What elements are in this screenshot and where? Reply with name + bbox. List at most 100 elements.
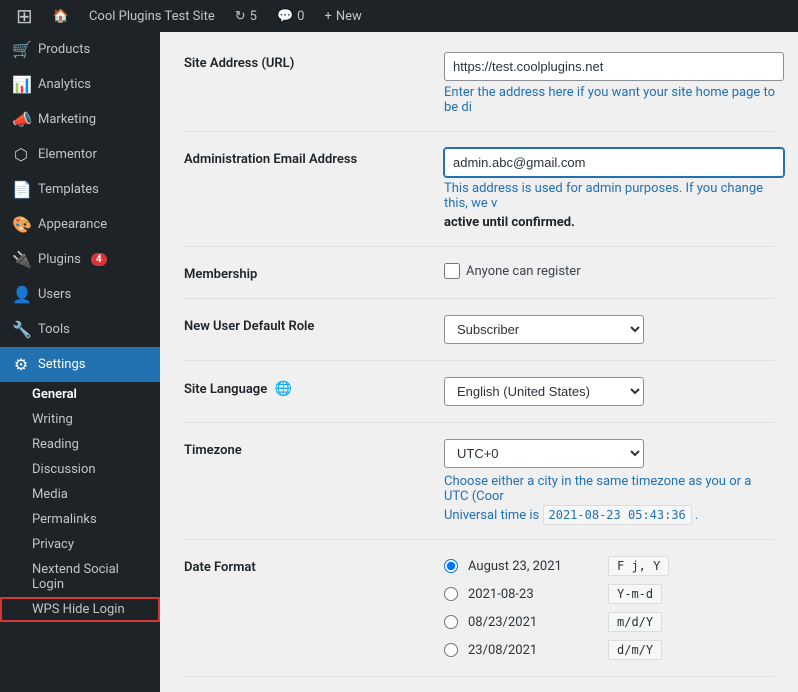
- new-user-role-control: Subscriber Contributor Author Editor Adm…: [444, 315, 774, 344]
- products-icon: 🛒: [12, 40, 30, 59]
- sidebar-item-users[interactable]: 👤 Users: [0, 277, 160, 312]
- sidebar-item-plugins-label: Plugins: [38, 252, 81, 267]
- sidebar-item-products-label: Products: [38, 42, 90, 57]
- site-language-label: Site Language 🌐: [184, 377, 424, 397]
- sidebar-item-marketing-label: Marketing: [38, 112, 96, 127]
- main-layout: 🛒 Products 📊 Analytics 📣 Marketing ⬡ Ele…: [0, 32, 798, 692]
- membership-checkbox-label: Anyone can register: [466, 264, 581, 279]
- date-format-option-2: 08/23/2021 m/d/Y: [444, 612, 774, 632]
- sidebar-item-tools-label: Tools: [38, 322, 70, 337]
- settings-form: Site Address (URL) Enter the address her…: [184, 52, 774, 677]
- sidebar-item-plugins[interactable]: 🔌 Plugins 4: [0, 242, 160, 277]
- tools-icon: 🔧: [12, 320, 30, 339]
- wp-logo-button[interactable]: ⊞: [8, 0, 41, 32]
- date-format-label-3: 23/08/2021: [468, 643, 598, 658]
- universal-time-period: .: [695, 508, 698, 523]
- new-user-role-row: New User Default Role Subscriber Contrib…: [184, 299, 774, 361]
- sidebar-item-analytics-label: Analytics: [38, 77, 91, 92]
- comments-button[interactable]: 💬 0: [269, 0, 313, 32]
- sidebar-item-elementor[interactable]: ⬡ Elementor: [0, 137, 160, 172]
- new-user-role-select[interactable]: Subscriber Contributor Author Editor Adm…: [444, 315, 644, 344]
- date-format-radio-1[interactable]: [444, 587, 458, 601]
- date-format-option-0: August 23, 2021 F j, Y: [444, 556, 774, 576]
- admin-email-desc2: active until confirmed.: [444, 215, 784, 230]
- sidebar-item-settings[interactable]: ⚙ Settings: [0, 347, 160, 382]
- site-address-input[interactable]: [444, 52, 784, 81]
- plugins-badge: 4: [91, 253, 107, 266]
- sidebar-item-templates-label: Templates: [38, 182, 99, 197]
- settings-content: Site Address (URL) Enter the address her…: [160, 32, 798, 692]
- membership-checkbox-row: Anyone can register: [444, 263, 774, 279]
- translate-icon: 🌐: [274, 381, 291, 397]
- submenu-item-writing[interactable]: Writing: [0, 407, 160, 432]
- date-format-radio-3[interactable]: [444, 643, 458, 657]
- sidebar-item-templates[interactable]: 📄 Templates: [0, 172, 160, 207]
- new-label: New: [336, 9, 362, 24]
- sidebar-item-tools[interactable]: 🔧 Tools: [0, 312, 160, 347]
- submenu-item-wps[interactable]: WPS Hide Login: [0, 597, 160, 622]
- date-format-label: Date Format: [184, 556, 424, 575]
- updates-button[interactable]: ↻ 5: [227, 0, 265, 32]
- date-format-code-3: d/m/Y: [608, 640, 662, 660]
- admin-email-input[interactable]: [444, 148, 784, 177]
- new-user-role-label: New User Default Role: [184, 315, 424, 334]
- date-format-label-1: 2021-08-23: [468, 587, 598, 602]
- timezone-select[interactable]: UTC+0 UTC-5 UTC+1: [444, 439, 644, 468]
- admin-bar: ⊞ 🏠 Cool Plugins Test Site ↻ 5 💬 0 + New: [0, 0, 798, 32]
- universal-time-label: Universal time is: [444, 508, 539, 523]
- site-language-select[interactable]: English (United States): [444, 377, 644, 406]
- submenu-item-reading[interactable]: Reading: [0, 432, 160, 457]
- date-format-radio-2[interactable]: [444, 615, 458, 629]
- date-format-control: August 23, 2021 F j, Y 2021-08-23 Y-m-d …: [444, 556, 774, 660]
- sidebar-item-users-label: Users: [38, 287, 71, 302]
- sidebar-item-marketing[interactable]: 📣 Marketing: [0, 102, 160, 137]
- submenu-item-nextend[interactable]: Nextend Social Login: [0, 557, 160, 597]
- date-format-radio-group: August 23, 2021 F j, Y 2021-08-23 Y-m-d …: [444, 556, 774, 660]
- appearance-icon: 🎨: [12, 215, 30, 234]
- submenu-item-permalinks[interactable]: Permalinks: [0, 507, 160, 532]
- timezone-control: UTC+0 UTC-5 UTC+1 Choose either a city i…: [444, 439, 774, 523]
- settings-icon: ⚙: [12, 355, 30, 374]
- comments-count: 0: [297, 9, 304, 24]
- submenu-item-general[interactable]: General: [0, 382, 160, 407]
- home-icon: 🏠: [53, 9, 69, 24]
- updates-count: 5: [250, 9, 257, 24]
- membership-label: Membership: [184, 263, 424, 282]
- site-language-row: Site Language 🌐 English (United States): [184, 361, 774, 423]
- timezone-label: Timezone: [184, 439, 424, 458]
- home-icon-item[interactable]: 🏠: [45, 0, 77, 32]
- universal-time-value: 2021-08-23 05:43:36: [543, 505, 692, 525]
- date-format-radio-0[interactable]: [444, 559, 458, 573]
- comments-icon: 💬: [277, 9, 293, 24]
- elementor-icon: ⬡: [12, 145, 30, 164]
- new-content-button[interactable]: + New: [316, 0, 369, 32]
- sidebar-item-products[interactable]: 🛒 Products: [0, 32, 160, 67]
- date-format-label-0: August 23, 2021: [468, 559, 598, 574]
- site-name-button[interactable]: Cool Plugins Test Site: [81, 0, 223, 32]
- membership-checkbox[interactable]: [444, 263, 460, 279]
- marketing-icon: 📣: [12, 110, 30, 129]
- submenu-item-media[interactable]: Media: [0, 482, 160, 507]
- sidebar-item-appearance[interactable]: 🎨 Appearance: [0, 207, 160, 242]
- membership-row: Membership Anyone can register: [184, 247, 774, 299]
- site-address-label: Site Address (URL): [184, 52, 424, 71]
- admin-email-label: Administration Email Address: [184, 148, 424, 167]
- settings-arrow-indicator: [150, 355, 160, 375]
- site-address-link[interactable]: want your site home page to be di: [444, 85, 775, 115]
- admin-sidebar: 🛒 Products 📊 Analytics 📣 Marketing ⬡ Ele…: [0, 32, 160, 692]
- sidebar-item-elementor-label: Elementor: [38, 147, 97, 162]
- templates-icon: 📄: [12, 180, 30, 199]
- date-format-row: Date Format August 23, 2021 F j, Y 2021-…: [184, 540, 774, 677]
- plugins-icon: 🔌: [12, 250, 30, 269]
- submenu-item-discussion[interactable]: Discussion: [0, 457, 160, 482]
- date-format-code-0: F j, Y: [608, 556, 669, 576]
- site-name-label: Cool Plugins Test Site: [89, 9, 215, 24]
- date-format-option-3: 23/08/2021 d/m/Y: [444, 640, 774, 660]
- users-icon: 👤: [12, 285, 30, 304]
- sidebar-item-settings-label: Settings: [38, 357, 85, 372]
- date-format-label-2: 08/23/2021: [468, 615, 598, 630]
- membership-control: Anyone can register: [444, 263, 774, 279]
- submenu-item-privacy[interactable]: Privacy: [0, 532, 160, 557]
- plus-icon: +: [324, 9, 331, 24]
- sidebar-item-analytics[interactable]: 📊 Analytics: [0, 67, 160, 102]
